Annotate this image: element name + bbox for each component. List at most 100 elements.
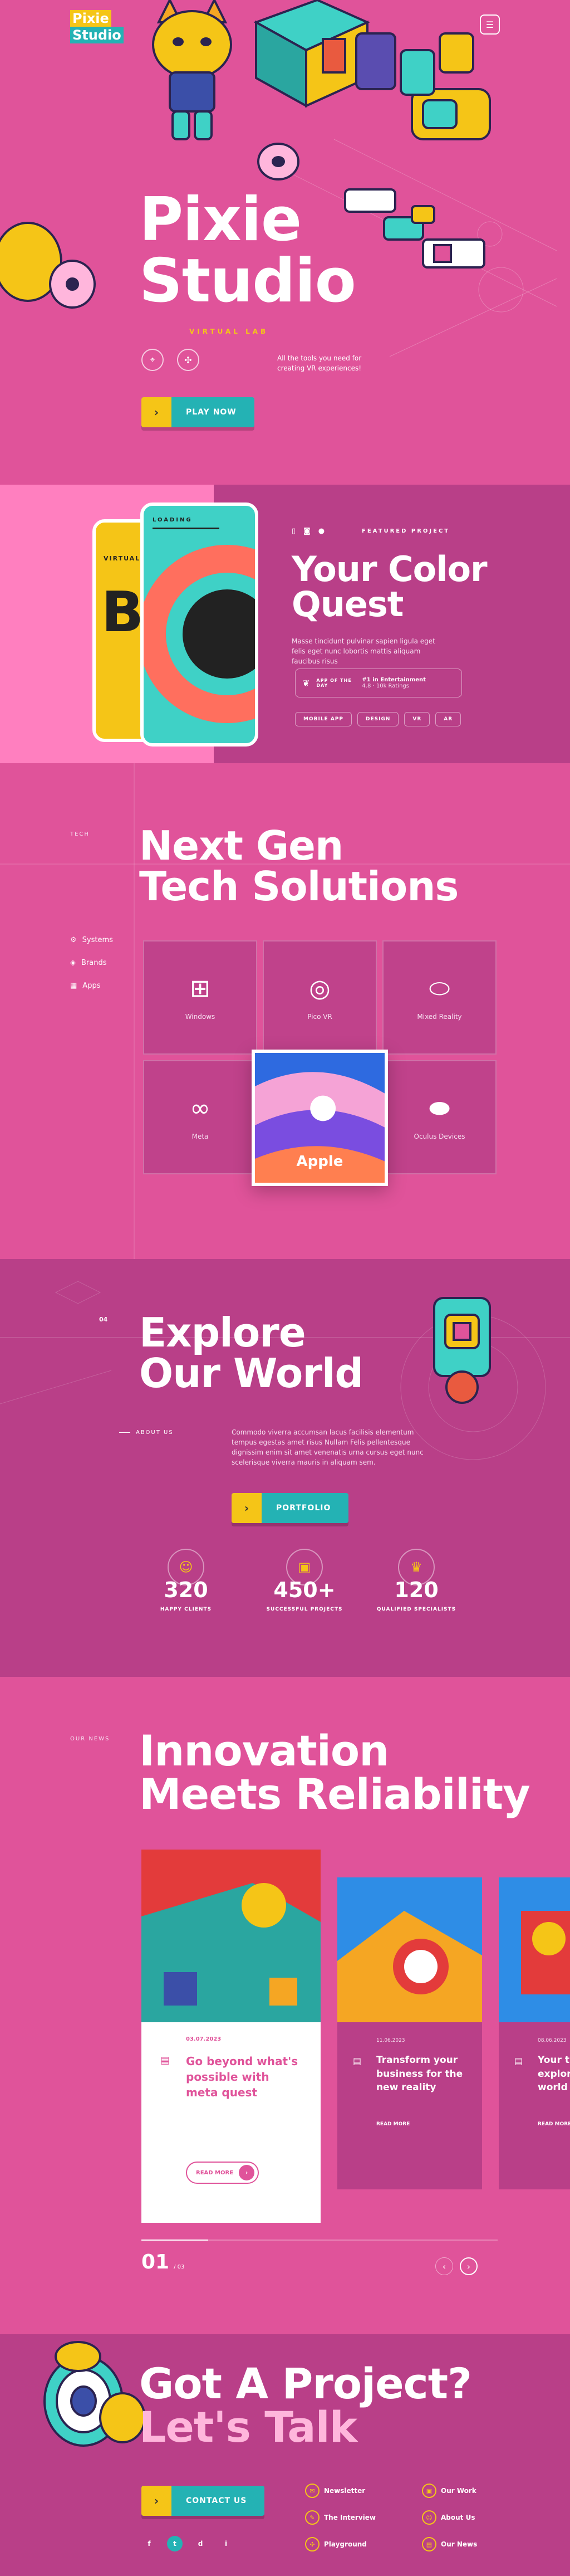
map-pin-icon[interactable]: ⌖ (141, 349, 164, 371)
menu-icon: ☰ (485, 19, 494, 30)
arrow-right-icon: › (141, 2486, 171, 2516)
news-title: Innovation Meets Reliability (139, 1729, 530, 1816)
tile-label: Windows (185, 1013, 215, 1021)
document-icon: ▤ (353, 2056, 362, 2066)
contact-us-button[interactable]: › CONTACT US (141, 2486, 265, 2516)
footer-link-label: Our News (441, 2540, 478, 2548)
footer-link-our-news[interactable]: ▤ Our News (422, 2537, 511, 2551)
tile-pico-vr[interactable]: ◎ Pico VR (263, 940, 377, 1055)
quest-tags: MOBILE APP DESIGN VR AR (295, 712, 461, 726)
tag[interactable]: AR (435, 712, 461, 726)
news-eyebrow: OUR NEWS (70, 1736, 110, 1742)
tech-section: TECH Next Gen Tech Solutions ⚙ Systems ◈… (0, 763, 570, 1259)
tech-title: Next Gen Tech Solutions (139, 825, 459, 910)
side-menu-systems[interactable]: ⚙ Systems (70, 936, 113, 944)
tag[interactable]: DESIGN (357, 712, 399, 726)
side-menu-label: Apps (82, 982, 101, 990)
envelope-icon: ✉ (305, 2484, 320, 2498)
tile-meta[interactable]: ∞ Meta (143, 1060, 257, 1174)
read-more-button[interactable]: READ MORE › (186, 2162, 259, 2184)
tile-oculus-devices[interactable]: ⬬ Oculus Devices (382, 1060, 497, 1174)
controller-icon: ✣ (305, 2537, 320, 2551)
explore-title-line-2: Our World (139, 1350, 363, 1397)
facebook-icon[interactable]: f (141, 2536, 157, 2551)
side-menu-brands[interactable]: ◈ Brands (70, 959, 113, 967)
quest-description: Masse tincidunt pulvinar sapien ligula e… (292, 637, 435, 665)
app-store-badge[interactable]: ❦ APP OF THE DAY #1 in Entertainment 4.8… (295, 669, 462, 697)
explore-title: Explore Our World (139, 1309, 363, 1397)
news-card-image (141, 1850, 321, 2022)
brand-logo[interactable]: Pixie Studio (70, 10, 124, 43)
stat-label: HAPPY CLIENTS (160, 1607, 212, 1612)
twitter-icon[interactable]: t (167, 2536, 183, 2551)
tag[interactable]: MOBILE APP (295, 712, 352, 726)
layers-icon: ◈ (70, 959, 76, 967)
oculus-icon: ⬬ (429, 1094, 450, 1123)
quest-title-line-2: Quest (292, 584, 404, 625)
stat-projects: ▣ 450+ SUCCESSFUL PROJECTS (257, 1549, 352, 1612)
about-text: Commodo viverra accumsan lacus facilisis… (232, 1428, 424, 1466)
stat-value: 120 (394, 1578, 439, 1602)
news-card-image (337, 1877, 482, 2022)
page-total: / 03 (174, 2264, 185, 2270)
badge-details: #1 in Entertainment 4.8 · 10k Ratings (362, 677, 425, 689)
windows-icon: ⊞ (190, 974, 210, 1003)
tile-windows[interactable]: ⊞ Windows (143, 940, 257, 1055)
stat-specialists: ♛ 120 QUALIFIED SPECIALISTS (366, 1549, 466, 1612)
tech-side-menu: ⚙ Systems ◈ Brands ▦ Apps (70, 936, 113, 990)
arrow-right-icon: › (141, 397, 171, 427)
document-icon: ▤ (514, 2056, 523, 2066)
news-card[interactable]: 08.06.2023 ▤ Your t explor world READ MO… (499, 1877, 570, 2189)
document-icon: ▤ (422, 2537, 436, 2551)
hero-section: Pixie Studio ☰ Pixie Studio VIRTUAL LAB … (0, 0, 570, 485)
footer-link-newsletter[interactable]: ✉ Newsletter (305, 2484, 422, 2498)
play-now-button[interactable]: › PLAY NOW (141, 397, 254, 427)
hero-tagline: All the tools you need for creating VR e… (277, 354, 362, 372)
side-menu-apps[interactable]: ▦ Apps (70, 982, 113, 990)
arrow-right-icon: › (232, 1493, 262, 1523)
logo-line-1: Pixie (70, 10, 111, 27)
contact-title-line-2: Let's Talk (139, 2402, 357, 2452)
prev-button[interactable]: ‹ (435, 2257, 453, 2275)
tag[interactable]: VR (404, 712, 430, 726)
hero-title-line-2: Studio (139, 246, 356, 316)
controller-icon[interactable]: ✣ (177, 349, 199, 371)
contact-title-line-1: Got A Project? (139, 2359, 472, 2408)
tile-mixed-reality[interactable]: ⬭ Mixed Reality (382, 940, 497, 1055)
read-more-link[interactable]: READ MORE (538, 2121, 570, 2127)
news-card[interactable]: 03.07.2023 ▤ Go beyond what's possible w… (141, 1850, 321, 2223)
footer-link-about-us[interactable]: ☺ About Us (422, 2510, 511, 2525)
contact-us-label: CONTACT US (186, 2496, 247, 2505)
explore-title-line-1: Explore (139, 1309, 306, 1356)
dribbble-icon[interactable]: d (193, 2536, 208, 2551)
footer-link-our-work[interactable]: ▣ Our Work (422, 2484, 511, 2498)
tile-label: Mixed Reality (417, 1013, 462, 1021)
footer-link-label: Our Work (441, 2487, 476, 2495)
footer-link-interview[interactable]: ✎ The Interview (305, 2510, 422, 2525)
badge-award: APP OF THE DAY (316, 678, 352, 688)
tile-label: Meta (191, 1133, 209, 1140)
news-title-line-1: Innovation (139, 1726, 389, 1775)
news-card[interactable]: 11.06.2023 ▤ Transform your business for… (337, 1877, 482, 2189)
hero-title-line-1: Pixie (139, 185, 302, 255)
featured-label: FEATURED PROJECT (362, 528, 450, 534)
tile-apple[interactable]: ● Apple (252, 1050, 388, 1186)
next-button[interactable]: › (460, 2257, 478, 2275)
footer-link-playground[interactable]: ✣ Playground (305, 2537, 422, 2551)
news-section: OUR NEWS Innovation Meets Reliability 03… (0, 1677, 570, 2334)
quest-title: Your Color Quest (292, 552, 488, 625)
portfolio-button[interactable]: › PORTFOLIO (232, 1493, 349, 1523)
menu-button[interactable]: ☰ (480, 14, 500, 35)
tech-title-line-2: Tech Solutions (139, 863, 459, 910)
news-progress (141, 2240, 498, 2241)
featured-project-section: VIRTUAL R BOM LOADING ▯ ◙ ● FEATURED PRO… (0, 485, 570, 763)
instagram-icon[interactable]: i (218, 2536, 234, 2551)
side-menu-label: Brands (81, 959, 107, 967)
read-more-link[interactable]: READ MORE (376, 2121, 410, 2127)
user-icon: ☺ (422, 2510, 436, 2525)
badge-rank: #1 in Entertainment (362, 677, 426, 683)
footer-link-label: Newsletter (324, 2487, 366, 2495)
gear-icon: ⚙ (70, 936, 77, 944)
vr-headset-icon: ⬭ (429, 974, 450, 1003)
footer-link-label: The Interview (324, 2514, 376, 2521)
